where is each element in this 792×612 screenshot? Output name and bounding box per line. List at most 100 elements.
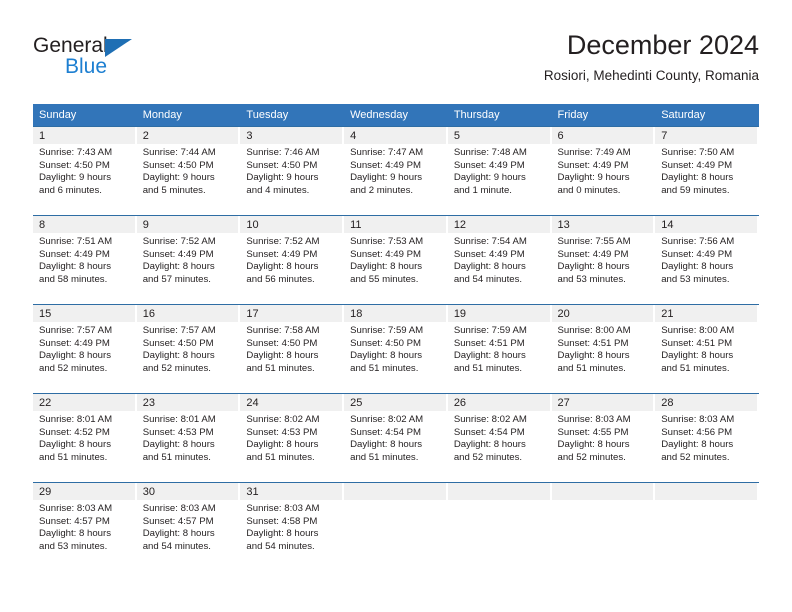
day-number [447,483,550,500]
sunset-text: Sunset: 4:49 PM [557,159,629,171]
sunrise-text: Sunrise: 7:52 AM [246,236,320,247]
sunset-text: Sunset: 4:50 PM [246,337,318,349]
day-details: Sunrise: 7:57 AM Sunset: 4:50 PM Daylight:… [137,322,241,376]
sunrise-text: Sunrise: 7:50 AM [661,147,735,158]
calendar-day-cell[interactable]: 13 Sunrise: 7:55 AM Sunset: 4:49 PM Dayligh… [551,215,656,305]
calendar-day-cell[interactable]: 21 Sunrise: 8:00 AM Sunset: 4:51 PM Dayligh… [655,304,759,394]
daylight-text-line1: Daylight: 8 hours [350,350,423,362]
sunrise-text: Sunrise: 8:02 AM [453,414,527,425]
day-cell-content: 17 Sunrise: 7:58 AM Sunset: 4:50 PM Dayligh… [240,305,344,393]
sunrise-text: Sunrise: 8:01 AM [142,414,216,425]
daylight-text-line1: Daylight: 9 hours [246,172,319,184]
day-details: Sunrise: 7:44 AM Sunset: 4:50 PM Daylight:… [137,144,241,198]
daylight-text-line2: and 54 minutes. [142,541,211,553]
calendar-day-cell[interactable]: 27 Sunrise: 8:03 AM Sunset: 4:55 PM Dayligh… [551,393,656,483]
calendar-day-cell[interactable]: 29 Sunrise: 8:03 AM Sunset: 4:57 PM Dayligh… [33,482,137,572]
daylight-text-line2: and 53 minutes. [661,274,730,286]
calendar-day-cell[interactable]: 28 Sunrise: 8:03 AM Sunset: 4:56 PM Dayligh… [655,393,759,483]
calendar-day-cell[interactable]: 12 Sunrise: 7:54 AM Sunset: 4:49 PM Dayligh… [447,215,552,305]
calendar-day-cell[interactable]: 3 Sunrise: 7:46 AM Sunset: 4:50 PM Daylight… [240,126,345,216]
sunrise-text: Sunrise: 7:52 AM [142,236,216,247]
day-cell-content: 28 Sunrise: 8:03 AM Sunset: 4:56 PM Dayligh… [655,394,759,482]
sunset-text: Sunset: 4:51 PM [557,337,629,349]
calendar-day-cell[interactable]: 7 Sunrise: 7:50 AM Sunset: 4:49 PM Daylight… [655,126,759,216]
sunrise-text: Sunrise: 8:00 AM [661,325,735,336]
calendar-day-cell[interactable]: 24 Sunrise: 8:02 AM Sunset: 4:53 PM Dayligh… [240,393,345,483]
day-details [552,500,656,503]
day-details: Sunrise: 7:55 AM Sunset: 4:49 PM Daylight:… [552,233,656,287]
calendar-day-cell[interactable]: 16 Sunrise: 7:57 AM Sunset: 4:50 PM Dayligh… [136,304,241,394]
weekday-header-row: Sunday Monday Tuesday Wednesday Thursday… [33,104,759,127]
calendar-day-cell[interactable]: 20 Sunrise: 8:00 AM Sunset: 4:51 PM Dayligh… [551,304,656,394]
daylight-text-line2: and 54 minutes. [246,541,315,553]
daylight-text-line1: Daylight: 8 hours [246,439,319,451]
calendar-day-cell[interactable]: 4 Sunrise: 7:47 AM Sunset: 4:49 PM Daylight… [344,126,448,216]
calendar-day-cell[interactable]: 14 Sunrise: 7:56 AM Sunset: 4:49 PM Dayligh… [655,215,759,305]
day-details: Sunrise: 8:03 AM Sunset: 4:57 PM Daylight:… [33,500,137,554]
calendar-day-cell[interactable]: 26 Sunrise: 8:02 AM Sunset: 4:54 PM Dayligh… [447,393,552,483]
calendar-day-cell[interactable]: 6 Sunrise: 7:49 AM Sunset: 4:49 PM Daylight… [551,126,656,216]
daylight-text-line1: Daylight: 8 hours [246,528,319,540]
day-details: Sunrise: 7:53 AM Sunset: 4:49 PM Daylight:… [344,233,448,287]
sunrise-text: Sunrise: 7:53 AM [350,236,424,247]
calendar-day-cell[interactable] [447,482,552,572]
calendar-day-cell[interactable]: 5 Sunrise: 7:48 AM Sunset: 4:49 PM Daylight… [447,126,552,216]
sunset-text: Sunset: 4:49 PM [661,159,733,171]
sunset-text: Sunset: 4:49 PM [350,248,422,260]
calendar-day-cell[interactable]: 22 Sunrise: 8:01 AM Sunset: 4:52 PM Dayligh… [33,393,137,483]
daylight-text-line1: Daylight: 9 hours [142,172,215,184]
day-cell-content: 31 Sunrise: 8:03 AM Sunset: 4:58 PM Dayligh… [240,483,344,572]
weekday-header-friday: Friday [551,104,656,127]
calendar-day-cell[interactable]: 19 Sunrise: 7:59 AM Sunset: 4:51 PM Dayligh… [447,304,552,394]
calendar-day-cell[interactable]: 18 Sunrise: 7:59 AM Sunset: 4:50 PM Dayligh… [344,304,448,394]
day-cell-content: 1 Sunrise: 7:43 AM Sunset: 4:50 PM Daylight… [33,127,137,215]
calendar-day-cell[interactable]: 11 Sunrise: 7:53 AM Sunset: 4:49 PM Dayligh… [344,215,448,305]
day-cell-content: 19 Sunrise: 7:59 AM Sunset: 4:51 PM Dayligh… [447,305,552,393]
sunrise-text: Sunrise: 8:03 AM [557,414,631,425]
daylight-text-line1: Daylight: 8 hours [39,350,111,362]
sunset-text: Sunset: 4:57 PM [142,515,214,527]
sunset-text: Sunset: 4:52 PM [39,426,110,438]
daylight-text-line2: and 52 minutes. [142,363,211,375]
calendar-day-cell[interactable] [551,482,656,572]
day-cell-content: 14 Sunrise: 7:56 AM Sunset: 4:49 PM Dayligh… [655,216,759,304]
daylight-text-line1: Daylight: 8 hours [661,439,734,451]
day-number: 18 [344,305,446,322]
day-number: 25 [344,394,446,411]
calendar-day-cell[interactable]: 2 Sunrise: 7:44 AM Sunset: 4:50 PM Daylight… [136,126,241,216]
calendar-day-cell[interactable]: 10 Sunrise: 7:52 AM Sunset: 4:49 PM Dayligh… [240,215,345,305]
daylight-text-line2: and 51 minutes. [453,363,523,375]
daylight-text-line2: and 0 minutes. [557,185,621,197]
day-cell-content: 13 Sunrise: 7:55 AM Sunset: 4:49 PM Dayligh… [551,216,656,304]
calendar-day-cell[interactable] [344,482,448,572]
daylight-text-line1: Daylight: 8 hours [142,261,215,273]
day-details: Sunrise: 7:47 AM Sunset: 4:49 PM Daylight:… [344,144,448,198]
calendar-day-cell[interactable]: 8 Sunrise: 7:51 AM Sunset: 4:49 PM Daylight… [33,215,137,305]
sunrise-sunset-calendar: Sunday Monday Tuesday Wednesday Thursday… [33,104,759,572]
daylight-text-line1: Daylight: 8 hours [453,439,526,451]
daylight-text-line1: Daylight: 8 hours [453,350,526,362]
calendar-day-cell[interactable]: 1 Sunrise: 7:43 AM Sunset: 4:50 PM Daylight… [33,126,137,216]
calendar-day-cell[interactable]: 30 Sunrise: 8:03 AM Sunset: 4:57 PM Dayligh… [136,482,241,572]
calendar-day-cell[interactable]: 17 Sunrise: 7:58 AM Sunset: 4:50 PM Dayligh… [240,304,345,394]
day-number: 21 [655,305,757,322]
day-details [448,500,552,503]
calendar-day-cell[interactable]: 31 Sunrise: 8:03 AM Sunset: 4:58 PM Dayligh… [240,482,345,572]
calendar-day-cell[interactable] [655,482,759,572]
day-details: Sunrise: 7:50 AM Sunset: 4:49 PM Daylight:… [655,144,759,198]
calendar-day-cell[interactable]: 9 Sunrise: 7:52 AM Sunset: 4:49 PM Daylight… [136,215,241,305]
daylight-text-line2: and 51 minutes. [246,452,315,464]
calendar-day-cell[interactable]: 25 Sunrise: 8:02 AM Sunset: 4:54 PM Dayligh… [344,393,448,483]
calendar-day-cell[interactable]: 15 Sunrise: 7:57 AM Sunset: 4:49 PM Dayligh… [33,304,137,394]
day-number: 17 [240,305,343,322]
sunset-text: Sunset: 4:58 PM [246,515,318,527]
day-cell-content: 18 Sunrise: 7:59 AM Sunset: 4:50 PM Dayligh… [344,305,448,393]
day-cell-content: 5 Sunrise: 7:48 AM Sunset: 4:49 PM Daylight… [447,127,552,215]
day-details: Sunrise: 8:00 AM Sunset: 4:51 PM Daylight:… [655,322,759,376]
calendar-day-cell[interactable]: 23 Sunrise: 8:01 AM Sunset: 4:53 PM Dayligh… [136,393,241,483]
sunrise-text: Sunrise: 8:02 AM [350,414,424,425]
sunset-text: Sunset: 4:53 PM [142,426,214,438]
day-details: Sunrise: 7:58 AM Sunset: 4:50 PM Daylight:… [240,322,344,376]
day-details: Sunrise: 8:03 AM Sunset: 4:55 PM Daylight:… [552,411,656,465]
sunrise-text: Sunrise: 7:44 AM [142,147,216,158]
